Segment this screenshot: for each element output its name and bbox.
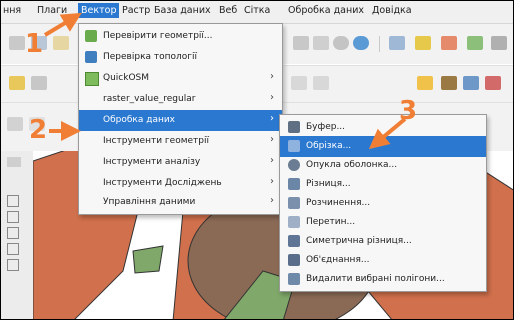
annotation-arrows bbox=[43, 12, 407, 150]
step-2-label: 2 bbox=[29, 115, 48, 145]
step-1-label: 1 bbox=[25, 29, 44, 59]
arrow-step-1 bbox=[43, 12, 82, 37]
step-3-label: 3 bbox=[399, 96, 418, 126]
qgis-window: ння Плаги Вектор Растр База даних Веб Сі… bbox=[0, 0, 514, 320]
